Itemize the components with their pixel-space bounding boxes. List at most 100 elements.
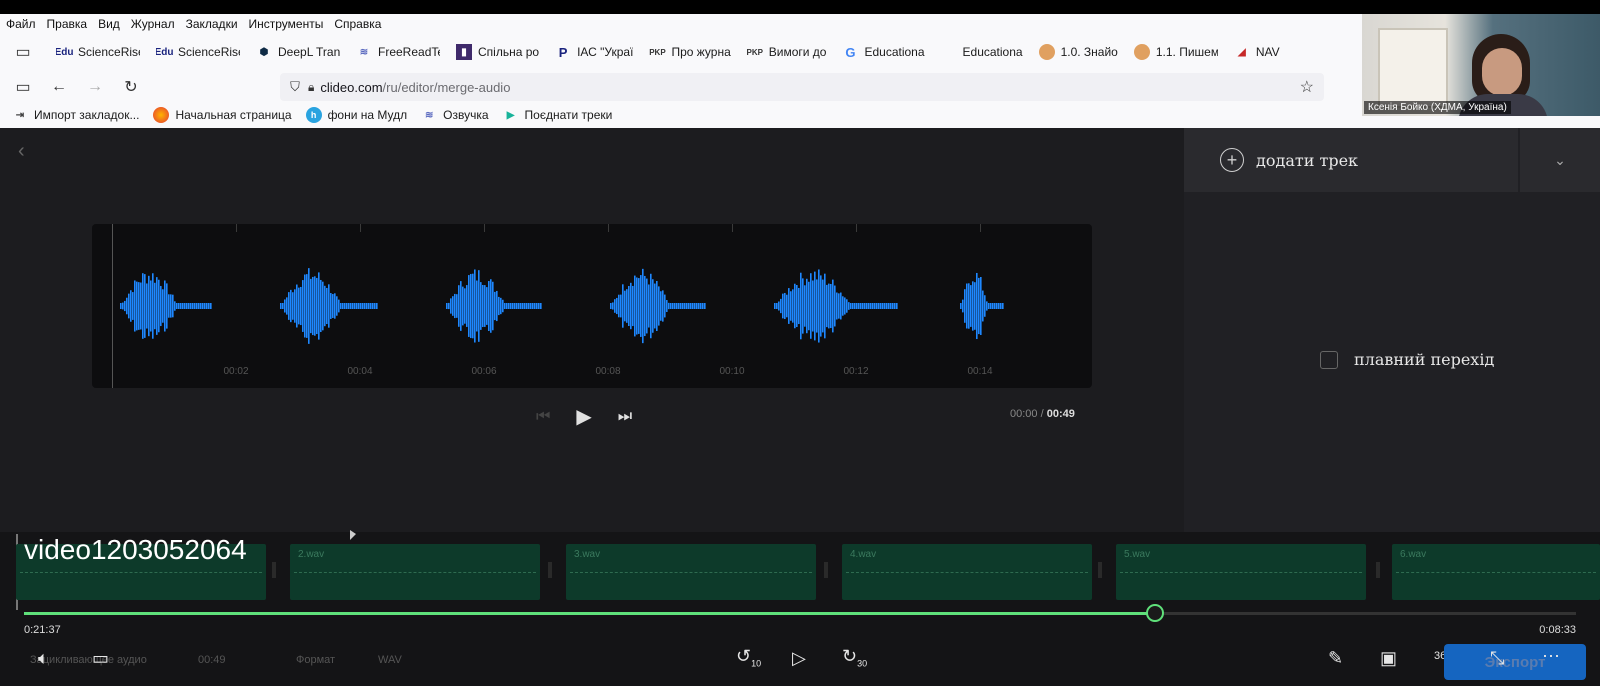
waveform-bar: [206, 303, 208, 309]
menu-edit[interactable]: Правка: [47, 17, 88, 31]
waveform-bar: [342, 303, 344, 309]
forward-icon[interactable]: ↻30: [842, 646, 867, 669]
waveform-bar: [466, 285, 468, 327]
bookmark-item[interactable]: ▶ Поєднати треки: [503, 107, 613, 123]
volume-icon[interactable]: 🔈︎: [38, 648, 49, 669]
picture-in-picture-icon[interactable]: ▣: [1380, 648, 1397, 669]
captions-icon[interactable]: ▭: [92, 648, 109, 669]
waveform-bar: [796, 285, 798, 327]
waveform-bar: [686, 303, 688, 309]
play-icon[interactable]: ▷: [792, 648, 806, 669]
back-chevron-icon[interactable]: ‹: [18, 140, 25, 163]
chevron-down-icon[interactable]: ⌄: [1520, 128, 1600, 192]
waveform-bar: [844, 297, 846, 315]
waveform-bar: [176, 303, 178, 309]
waveform-bar: [296, 284, 298, 328]
waveform-tick-label: 00:10: [719, 366, 745, 377]
menu-tools[interactable]: Инструменты: [249, 17, 324, 31]
menu-help[interactable]: Справка: [334, 17, 381, 31]
waveform-bar: [458, 285, 460, 327]
skip-back-icon[interactable]: ⏮: [536, 408, 550, 426]
bookmark-item[interactable]: Edu ScienceRise: [56, 44, 140, 60]
bookmark-item[interactable]: ▮ Спільна ро: [456, 44, 539, 60]
freeread-icon: ≋: [359, 46, 369, 58]
waveform-bar: [960, 303, 962, 309]
waveform-bar: [788, 288, 790, 324]
waveform-bar: [814, 271, 816, 341]
address-bar[interactable]: ⛉ 🔒︎ clideo.com/ru/editor/merge-audio ☆: [280, 73, 1324, 101]
bookmark-item[interactable]: 1.1. Пишем: [1133, 44, 1218, 60]
waveform-bar: [126, 297, 128, 315]
waveform-bar: [288, 292, 290, 320]
menu-view[interactable]: Вид: [98, 17, 120, 31]
waveform-bar: [158, 279, 160, 333]
player-controls: ⏮ ▶ ⏭: [536, 404, 632, 429]
bookmark-item[interactable]: ≋ FreeReadTe: [356, 44, 440, 60]
forward-arrow-icon[interactable]: →: [82, 74, 108, 100]
waveform-bar: [868, 303, 870, 309]
waveform-tick: [236, 224, 237, 232]
waveform-bar: [628, 286, 630, 326]
play-icon[interactable]: ▶: [576, 404, 591, 429]
back-arrow-icon[interactable]: ←: [46, 74, 72, 100]
bookmark-item[interactable]: h фони на Мудл: [305, 107, 407, 123]
bookmark-item[interactable]: ⬢ DeepL Tran: [256, 44, 340, 60]
waveform-bar: [448, 302, 450, 310]
bookmark-item[interactable]: G Educationa: [842, 44, 924, 60]
waveform-bar: [666, 300, 668, 312]
bookmark-item[interactable]: Edu ScienceRise: [156, 44, 240, 60]
video-player-bar: Зацикливающее аудио 00:49 Формат WAV 🔈︎ …: [0, 640, 1600, 686]
crossfade-option[interactable]: плавний перехід: [1320, 350, 1494, 369]
bookmark-item[interactable]: Educationa: [941, 44, 1023, 60]
waveform-bar: [980, 276, 982, 336]
waveform-bar: [322, 281, 324, 331]
timeline-clip[interactable]: 4.wav: [842, 544, 1092, 600]
skip-forward-icon[interactable]: ⏭: [618, 408, 632, 426]
waveform-bar: [834, 285, 836, 327]
add-track-button[interactable]: + додати трек: [1184, 128, 1518, 192]
crossfade-checkbox[interactable]: [1320, 350, 1338, 369]
collapse-icon[interactable]: ⤡: [1490, 648, 1504, 669]
waveform-bar: [210, 303, 212, 309]
waveform-bar: [514, 303, 516, 309]
tabs-icon[interactable]: ▭: [10, 39, 36, 65]
waveform-bar: [366, 303, 368, 309]
waveform-bar: [624, 290, 626, 322]
add-track-label: додати трек: [1256, 150, 1359, 170]
firefox-icon: [153, 107, 170, 123]
sidebar-icon[interactable]: ▭: [10, 74, 36, 100]
menu-bar: Файл Правка Вид Журнал Закладки Инструме…: [0, 14, 1360, 34]
bookmark-item[interactable]: Начальная страница: [153, 107, 292, 123]
bookmark-item[interactable]: P ІАС "Украї: [555, 44, 634, 60]
bookmark-item[interactable]: ◢ NAV: [1234, 44, 1280, 60]
pencil-icon[interactable]: ✎: [1328, 648, 1343, 669]
timeline-clip[interactable]: 2.wav: [290, 544, 540, 600]
timeline-clip[interactable]: 6.wav: [1392, 544, 1600, 600]
timeline-clip[interactable]: 3.wav: [566, 544, 816, 600]
waveform-bar: [984, 295, 986, 317]
reload-icon[interactable]: ↻: [118, 74, 144, 100]
menu-file[interactable]: Файл: [6, 17, 36, 31]
shield-icon[interactable]: ⛉: [282, 74, 308, 100]
star-icon[interactable]: ☆: [1300, 77, 1314, 97]
video-progress-bar[interactable]: [24, 604, 1576, 622]
waveform-bar: [648, 284, 650, 328]
waveform-bar: [994, 303, 996, 309]
waveform-bar: [516, 303, 518, 309]
bookmark-item[interactable]: ⇥ Импорт закладок...: [12, 107, 140, 123]
timeline-clip[interactable]: 5.wav: [1116, 544, 1366, 600]
waveform-bar: [856, 303, 858, 309]
bookmark-item[interactable]: ≋ Озвучка: [421, 107, 489, 123]
more-icon[interactable]: ⋯: [1542, 646, 1560, 667]
moodle-icon: h: [305, 107, 322, 123]
waveform-bar: [688, 303, 690, 309]
menu-bookmarks[interactable]: Закладки: [186, 17, 238, 31]
bookmark-item[interactable]: PKP Про журна: [649, 44, 730, 60]
bookmark-item[interactable]: PKP Вимоги до: [747, 44, 827, 60]
rewind-icon[interactable]: ↺10: [736, 646, 761, 669]
menu-history[interactable]: Журнал: [131, 17, 175, 31]
waveform-bar: [684, 303, 686, 309]
bookmark-item[interactable]: 1.0. Знайо: [1038, 44, 1118, 60]
waveform-bar: [538, 303, 540, 309]
export-button[interactable]: Экспорт: [1444, 644, 1586, 680]
